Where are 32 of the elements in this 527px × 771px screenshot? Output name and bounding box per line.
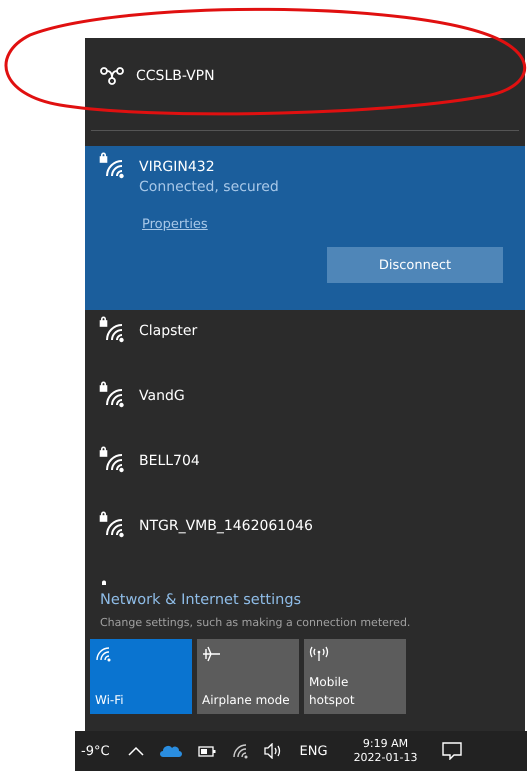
vpn-icon — [100, 66, 124, 86]
wifi-tile[interactable]: Wi-Fi — [90, 639, 192, 714]
clock-date[interactable]: 2022-01-13 — [354, 751, 418, 765]
chevron-up-icon[interactable] — [128, 746, 144, 756]
airplane-tile[interactable]: Airplane mode — [197, 639, 299, 714]
network-item[interactable]: VIRGIN432 Connected, secured Properties Disconnect — [85, 146, 525, 310]
lock-icon — [101, 580, 107, 585]
network-name: NTGR_VMB_1462061046 — [139, 517, 313, 536]
network-name: Clapster — [139, 322, 198, 341]
airplane-icon — [202, 646, 222, 662]
hotspot-tile[interactable]: Mobile hotspot — [304, 639, 406, 714]
properties-link[interactable]: Properties — [142, 217, 208, 232]
network-item[interactable]: NTGR_VMB_1462061046 — [85, 505, 525, 570]
connection-status: Connected, secured — [139, 178, 279, 197]
settings-link[interactable]: Network & Internet settings — [100, 592, 510, 608]
network-name: BELL704 — [139, 452, 200, 471]
notification-icon[interactable] — [442, 742, 462, 760]
input-language[interactable]: ENG — [300, 744, 328, 758]
hotspot-icon — [309, 646, 329, 662]
cloud-icon[interactable] — [160, 745, 182, 757]
wifi-icon[interactable] — [232, 743, 248, 759]
network-item[interactable]: Clapster — [85, 310, 525, 375]
network-item[interactable]: BELL704 — [85, 440, 525, 505]
network-name: VandG — [139, 387, 185, 406]
wifi-icon — [95, 646, 111, 662]
network-name: VIRGIN432 — [139, 158, 216, 177]
weather-temperature[interactable]: -9°C — [81, 744, 110, 758]
settings-description: Change settings, such as making a connection metered. — [100, 616, 412, 629]
disconnect-button[interactable]: Disconnect — [327, 247, 503, 283]
clock-time[interactable]: 9:19 AM — [362, 737, 408, 751]
battery-icon[interactable] — [198, 746, 216, 756]
network-item[interactable]: VandG — [85, 375, 525, 440]
